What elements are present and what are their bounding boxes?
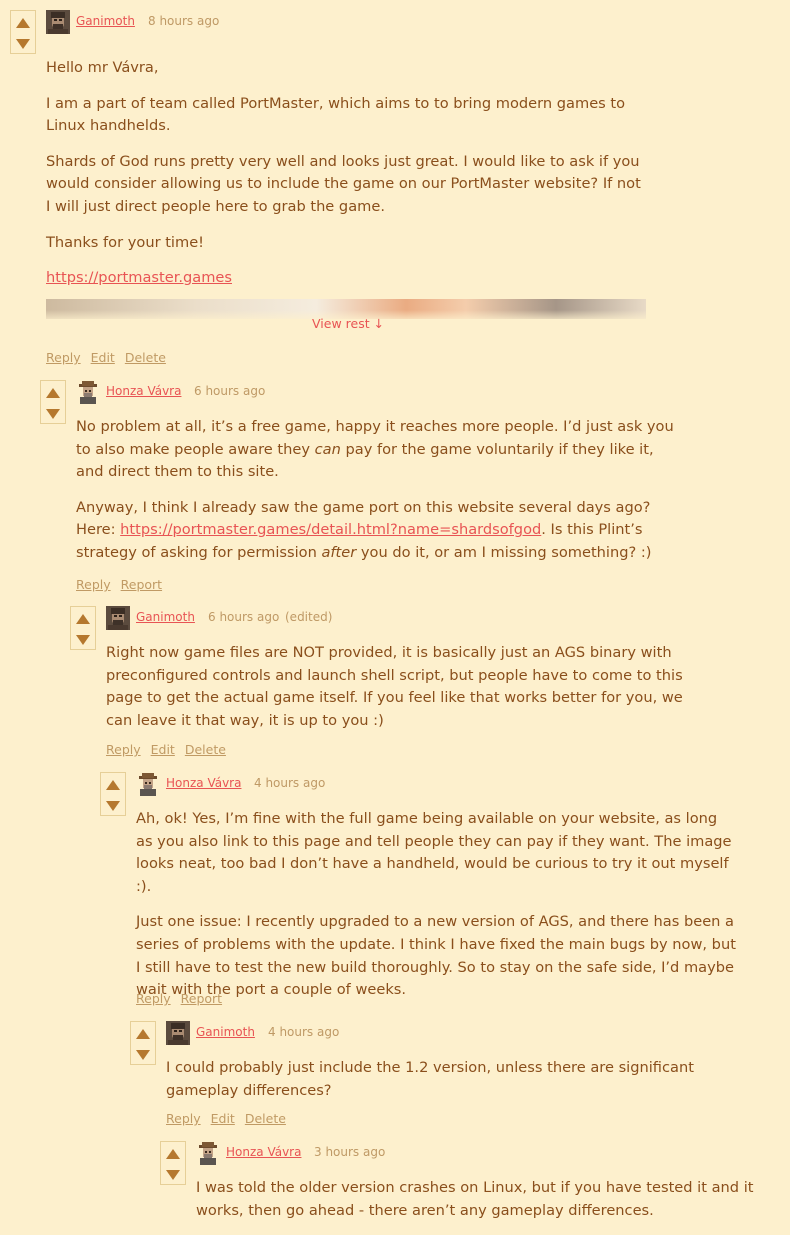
honza-avatar-icon [76,380,100,404]
upvote-icon[interactable] [106,780,120,790]
author-name[interactable]: Honza Vávra [226,1145,301,1159]
comment-paragraph: Thanks for your time! [46,233,205,251]
vote-box [130,1021,156,1065]
emphasis: can [314,440,341,458]
comment-actions: Reply Report [136,991,232,1006]
downvote-icon[interactable] [16,39,30,49]
edit-button[interactable]: Edit [211,1111,235,1126]
comment-paragraph: Ah, ok! Yes, I’m fine with the full game… [136,810,732,895]
reply-button[interactable]: Reply [46,350,81,365]
vote-box [40,380,66,424]
comment-body: I could probably just include the 1.2 ve… [166,1057,766,1115]
comment-body: No problem at all, it’s a free game, hap… [76,416,676,578]
comment-body: Right now game files are NOT provided, i… [106,642,706,745]
author-name[interactable]: Honza Vávra [166,776,241,790]
comment-actions: Reply Edit Delete [166,1111,296,1126]
downvote-icon[interactable] [106,801,120,811]
delete-button[interactable]: Delete [185,742,226,757]
avatar[interactable] [196,1141,220,1165]
comment-paragraph: Right now game files are NOT provided, i… [106,644,683,729]
comment-paragraph: I could probably just include the 1.2 ve… [166,1059,694,1099]
reply-button[interactable]: Reply [106,742,141,757]
text: you do it, or am I missing something? :) [356,543,652,561]
downvote-icon[interactable] [46,409,60,419]
upvote-icon[interactable] [136,1029,150,1039]
avatar[interactable] [76,380,100,404]
view-rest-button[interactable]: View rest ↓ [312,316,384,331]
upvote-icon[interactable] [46,388,60,398]
comment-paragraph: I am a part of team called PortMaster, w… [46,94,626,135]
timestamp[interactable]: 3 hours ago [314,1145,385,1159]
comment-actions: Reply Edit Delete [46,350,176,365]
edit-button[interactable]: Edit [91,350,115,365]
report-button[interactable]: Report [121,577,162,592]
vote-box [70,606,96,650]
comment-body: Hello mr Vávra, I am a part of team call… [46,57,646,303]
comment-body: I was told the older version crashes on … [196,1177,786,1235]
comment-paragraph: Just one issue: I recently upgraded to a… [136,913,736,999]
downvote-icon[interactable] [76,635,90,645]
avatar[interactable] [106,606,130,630]
portmaster-detail-link[interactable]: https://portmaster.games/detail.html?nam… [120,521,541,538]
honza-avatar-icon [196,1141,220,1165]
ganimoth-avatar-icon [106,606,130,630]
ganimoth-avatar-icon [166,1021,190,1045]
vote-box [10,10,36,54]
timestamp[interactable]: 6 hours ago [194,384,265,398]
edited-label: (edited) [285,610,333,624]
upvote-icon[interactable] [16,18,30,28]
honza-avatar-icon [136,772,160,796]
vote-box [160,1141,186,1185]
report-button[interactable]: Report [181,991,222,1006]
edit-button[interactable]: Edit [151,742,175,757]
timestamp[interactable]: 4 hours ago [254,776,325,790]
comment-actions: Reply Report [76,577,172,592]
vote-box [100,772,126,816]
ganimoth-avatar-icon [46,10,70,34]
delete-button[interactable]: Delete [245,1111,286,1126]
reply-button[interactable]: Reply [76,577,111,592]
comment-paragraph: Hello mr Vávra, [46,59,159,76]
comment-body: Ah, ok! Yes, I’m fine with the full game… [136,808,736,1015]
comment-paragraph: https://portmaster.games [46,267,646,290]
avatar[interactable] [136,772,160,796]
downvote-icon[interactable] [166,1170,180,1180]
comment-paragraph: I was told the older version crashes on … [196,1179,754,1219]
comment-paragraph: Anyway, I think I already saw the game p… [76,497,676,565]
downvote-icon[interactable] [136,1050,150,1060]
reply-button[interactable]: Reply [166,1111,201,1126]
author-name[interactable]: Honza Vávra [106,384,181,398]
author-name[interactable]: Ganimoth [136,610,195,624]
comment-paragraph: No problem at all, it’s a free game, hap… [76,416,676,484]
delete-button[interactable]: Delete [125,350,166,365]
timestamp[interactable]: 4 hours ago [268,1025,339,1039]
comment-paragraph: Shards of God runs pretty very well and … [46,152,641,215]
upvote-icon[interactable] [166,1149,180,1159]
comment-actions: Reply Edit Delete [106,742,236,757]
avatar[interactable] [166,1021,190,1045]
reply-button[interactable]: Reply [136,991,171,1006]
timestamp[interactable]: 8 hours ago [148,14,219,28]
author-name[interactable]: Ganimoth [76,14,135,28]
timestamp[interactable]: 6 hours ago [208,610,279,624]
emphasis: after [321,543,357,561]
portmaster-link[interactable]: https://portmaster.games [46,269,232,286]
upvote-icon[interactable] [76,614,90,624]
avatar[interactable] [46,10,70,34]
author-name[interactable]: Ganimoth [196,1025,255,1039]
